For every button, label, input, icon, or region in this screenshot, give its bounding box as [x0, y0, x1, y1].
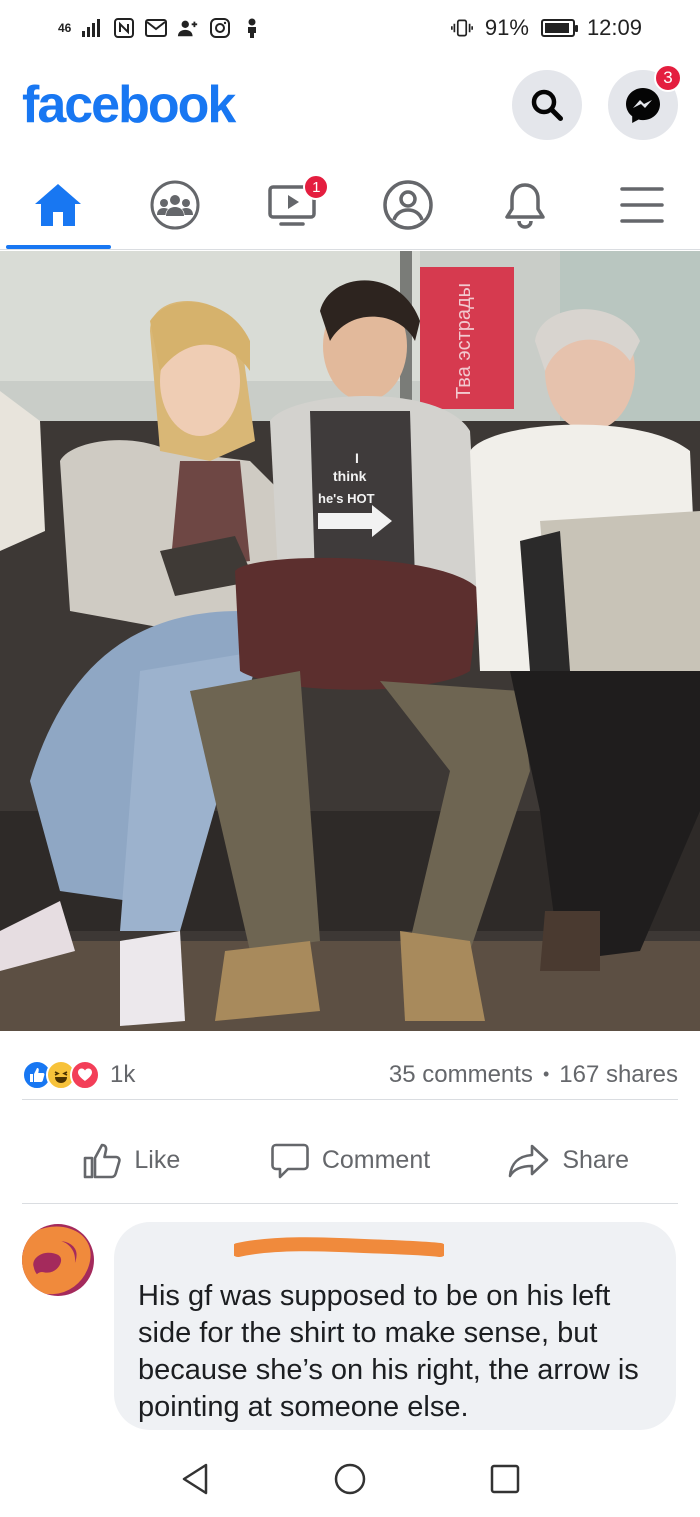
post-actions: Like Comment Share: [22, 1118, 678, 1204]
like-label: Like: [134, 1146, 181, 1174]
share-label: Share: [562, 1146, 630, 1174]
app-header: facebook 3: [0, 62, 700, 148]
header-actions: 3: [512, 64, 682, 140]
stats-separator: •: [542, 1064, 550, 1084]
person-icon: [241, 17, 263, 39]
home-icon: [35, 183, 82, 226]
thumbs-up-icon: [84, 1143, 122, 1178]
comment-bubble[interactable]: His gf was supposed to be on his left si…: [114, 1222, 676, 1430]
comment-button[interactable]: Comment: [241, 1142, 460, 1180]
instagram-icon: [209, 17, 231, 39]
comment-label: Comment: [321, 1146, 431, 1174]
tab-notifications[interactable]: [467, 160, 584, 249]
tab-menu[interactable]: [583, 160, 700, 249]
profile-icon: [383, 179, 434, 230]
system-nav-bar: [0, 1440, 700, 1517]
redacted-commenter-name: [234, 1237, 444, 1257]
mail-icon: [145, 17, 168, 39]
main-nav: 1: [0, 160, 700, 250]
shirt-text-think: think: [333, 468, 367, 484]
menu-icon: [619, 186, 664, 223]
back-button[interactable]: [175, 1459, 215, 1499]
status-bar: 46 91% 12:09: [0, 0, 700, 56]
shirt-text-i: I: [355, 450, 359, 466]
battery-percent: 91%: [484, 15, 529, 40]
share-button[interactable]: Share: [459, 1143, 678, 1179]
vibrate-icon: [450, 17, 473, 39]
signal-icon: [81, 17, 103, 39]
groups-icon: [150, 180, 200, 229]
tab-home[interactable]: [0, 160, 117, 249]
post-photo[interactable]: Тва эстрады I think he's HOT: [0, 251, 700, 1031]
back-icon: [182, 1463, 208, 1494]
reactions-summary[interactable]: 1k 35 comments • 167 shares: [22, 1052, 678, 1100]
tab-profile[interactable]: [350, 160, 467, 249]
messenger-badge: 3: [654, 64, 682, 92]
add-contact-icon: [177, 17, 199, 39]
watch-badge: 1: [303, 174, 330, 200]
nfc-icon: [113, 17, 135, 39]
love-icon: [70, 1059, 100, 1090]
comment-item: His gf was supposed to be on his left si…: [0, 1216, 700, 1440]
messenger-button[interactable]: 3: [608, 64, 682, 140]
battery-icon: [540, 19, 578, 37]
recents-button[interactable]: [485, 1459, 525, 1499]
recents-icon: [490, 1464, 520, 1493]
shares-count[interactable]: 167 shares: [559, 1061, 678, 1089]
shirt-text-hot: he's HOT: [318, 491, 375, 506]
like-button[interactable]: Like: [22, 1142, 241, 1180]
messenger-icon: [626, 88, 660, 123]
search-button[interactable]: [512, 70, 582, 140]
subway-sign-text: Тва эстрады: [453, 283, 475, 399]
status-right-icons: 91% 12:09: [450, 15, 642, 41]
comments-count[interactable]: 35 comments: [389, 1061, 533, 1089]
clock: 12:09: [586, 15, 642, 40]
status-left-icons: 46: [58, 17, 263, 39]
search-icon: [531, 89, 563, 121]
tab-watch[interactable]: 1: [233, 160, 350, 249]
network-type: 46: [58, 21, 72, 35]
post-stats: 35 comments • 167 shares: [389, 1061, 678, 1089]
share-icon: [509, 1144, 549, 1177]
comment-icon: [271, 1143, 309, 1178]
reaction-icons: [22, 1059, 100, 1090]
home-button[interactable]: [330, 1459, 370, 1499]
comment-text: His gf was supposed to be on his left si…: [138, 1280, 639, 1423]
home-circle-icon: [334, 1463, 366, 1494]
bell-icon: [505, 182, 545, 229]
tab-groups[interactable]: [117, 160, 234, 249]
battery-level-fill: [544, 23, 569, 33]
facebook-logo[interactable]: facebook: [22, 75, 236, 135]
commenter-avatar[interactable]: [22, 1224, 94, 1296]
reaction-count: 1k: [110, 1060, 136, 1088]
